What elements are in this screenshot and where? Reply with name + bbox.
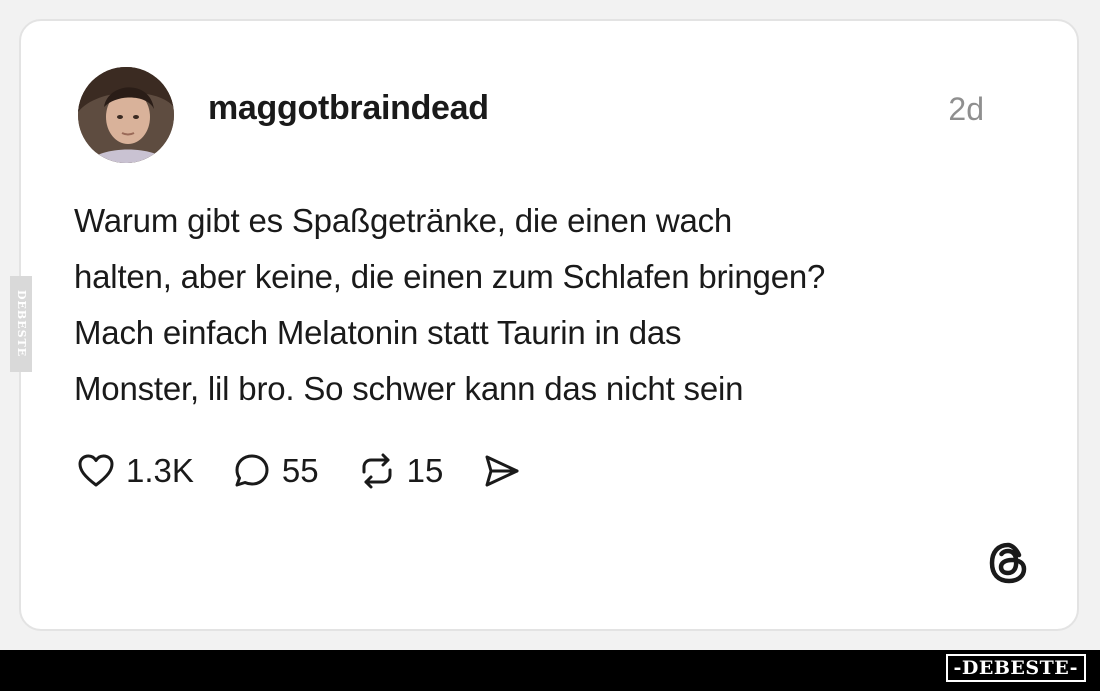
threads-logo-icon[interactable] [986, 540, 1032, 586]
footer-watermark-logo: -DEBESTE- [945, 654, 1086, 682]
repost-arrows-icon [362, 453, 392, 489]
heart-icon [78, 454, 114, 487]
footer-bar: -DEBESTE- [0, 650, 1100, 691]
post-body: Warum gibt es Spaßgetränke, die einen wa… [74, 202, 826, 407]
avatar[interactable] [78, 67, 174, 163]
like-button[interactable]: 1.3K [76, 451, 194, 491]
reply-count: 55 [281, 452, 319, 489]
reply-button[interactable]: 55 [232, 451, 319, 491]
speech-bubble-icon [235, 454, 269, 487]
post-timestamp: 2d [948, 91, 984, 127]
repost-button[interactable]: 15 [357, 451, 444, 491]
post-actions: 1.3K 55 15 [76, 449, 559, 493]
username[interactable]: maggotbraindead [208, 89, 489, 128]
post-card: maggotbraindead 2d Warum gibt es Spaßget… [19, 19, 1079, 631]
like-count: 1.3K [126, 452, 194, 489]
repost-count: 15 [406, 452, 444, 489]
share-button[interactable] [481, 451, 521, 491]
side-watermark: DEBESTE [10, 276, 32, 372]
avatar-photo [78, 67, 174, 163]
send-icon [485, 455, 519, 487]
